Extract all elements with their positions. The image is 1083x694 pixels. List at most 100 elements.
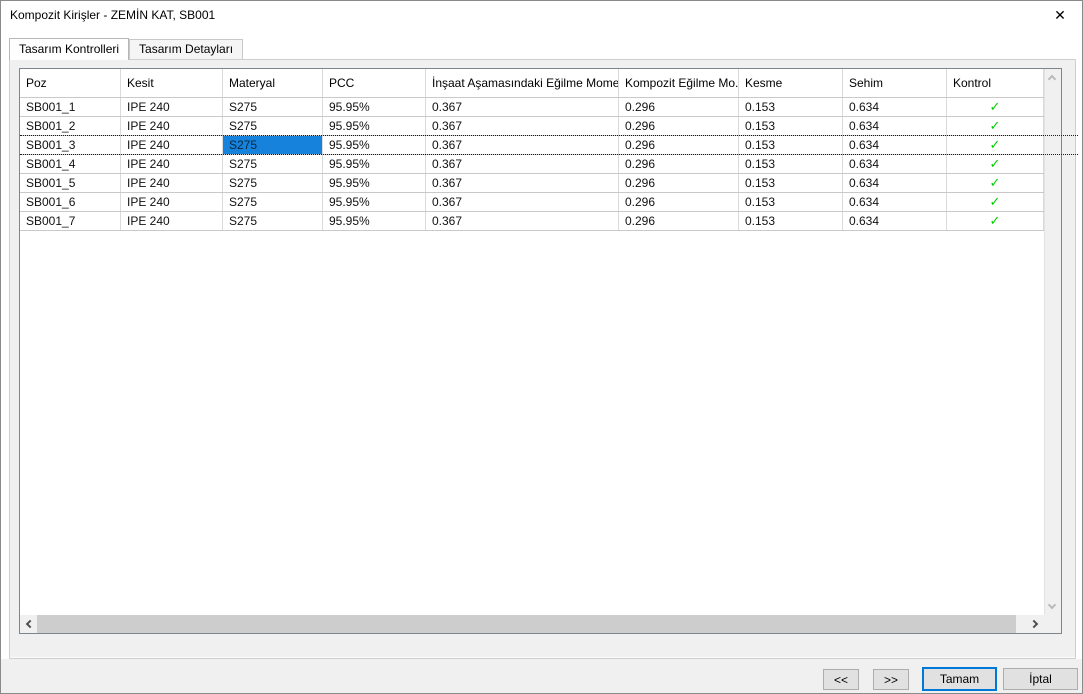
composite-beams-dialog: Kompozit Kirişler - ZEMİN KAT, SB001 ✕ T… (0, 0, 1083, 694)
table-cell[interactable]: IPE 240 (121, 117, 223, 135)
table-cell[interactable]: 95.95% (323, 136, 426, 154)
table-cell[interactable]: 0.367 (426, 98, 619, 116)
table-cell[interactable]: 95.95% (323, 174, 426, 192)
table-cell[interactable]: 0.634 (843, 193, 947, 211)
table-cell[interactable]: 0.153 (739, 212, 843, 230)
table-cell[interactable]: S275 (223, 193, 323, 211)
selection-focus-line-top (20, 135, 1078, 136)
column-header[interactable]: PCC (323, 69, 426, 97)
table-cell[interactable]: 0.296 (619, 117, 739, 135)
table-row[interactable]: SB001_2IPE 240S27595.95%0.3670.2960.1530… (20, 117, 1044, 136)
check-icon: ✓ (947, 117, 1044, 135)
table-cell[interactable]: 0.367 (426, 136, 619, 154)
table-cell[interactable]: S275 (223, 212, 323, 230)
column-header[interactable]: Materyal (223, 69, 323, 97)
table-cell[interactable]: SB001_1 (20, 98, 121, 116)
table-row[interactable]: SB001_3IPE 240S27595.95%0.3670.2960.1530… (20, 136, 1044, 155)
ok-button[interactable]: Tamam (922, 667, 997, 691)
tab-tasarim-kontrolleri[interactable]: Tasarım Kontrolleri (9, 38, 129, 60)
table-cell[interactable]: SB001_4 (20, 155, 121, 173)
table-cell[interactable]: 95.95% (323, 98, 426, 116)
check-icon: ✓ (947, 174, 1044, 192)
table-cell[interactable]: S275 (223, 98, 323, 116)
table-cell[interactable]: 95.95% (323, 212, 426, 230)
table-cell[interactable]: 95.95% (323, 155, 426, 173)
scroll-down-icon[interactable] (1048, 601, 1056, 609)
column-header[interactable]: Kontrol (947, 69, 1044, 97)
scroll-up-icon[interactable] (1048, 75, 1056, 83)
table-cell[interactable]: 0.153 (739, 117, 843, 135)
table-cell[interactable]: IPE 240 (121, 98, 223, 116)
table-row[interactable]: SB001_6IPE 240S27595.95%0.3670.2960.1530… (20, 193, 1044, 212)
scroll-left-button[interactable] (20, 615, 37, 633)
scrollbar-corner (1044, 615, 1061, 633)
table-cell[interactable]: 0.634 (843, 155, 947, 173)
table-cell[interactable]: 0.367 (426, 212, 619, 230)
check-icon: ✓ (947, 98, 1044, 116)
table-cell[interactable]: 95.95% (323, 193, 426, 211)
table-cell[interactable]: S275 (223, 155, 323, 173)
cancel-button[interactable]: İptal (1003, 668, 1078, 690)
tab-bar: Tasarım Kontrolleri Tasarım Detayları (9, 37, 243, 59)
column-header[interactable]: Kompozit Eğilme Mo... (619, 69, 739, 97)
close-icon[interactable]: ✕ (1044, 3, 1076, 27)
table-cell[interactable]: 0.634 (843, 117, 947, 135)
table-cell[interactable]: SB001_3 (20, 136, 121, 154)
column-header[interactable]: Kesme (739, 69, 843, 97)
table-cell[interactable]: 95.95% (323, 117, 426, 135)
table-cell[interactable]: 0.296 (619, 212, 739, 230)
table-cell[interactable]: 0.296 (619, 174, 739, 192)
check-icon: ✓ (947, 193, 1044, 211)
table-cell[interactable]: IPE 240 (121, 212, 223, 230)
vertical-scrollbar[interactable] (1044, 69, 1061, 615)
table-cell[interactable]: S275 (223, 174, 323, 192)
title-bar: Kompozit Kirişler - ZEMİN KAT, SB001 ✕ (1, 1, 1082, 31)
table-cell[interactable]: S275 (223, 136, 323, 154)
table-cell[interactable]: 0.153 (739, 193, 843, 211)
next-button[interactable]: >> (873, 669, 909, 690)
column-header[interactable]: Kesit (121, 69, 223, 97)
table-cell[interactable]: 0.153 (739, 136, 843, 154)
previous-button[interactable]: << (823, 669, 859, 690)
table-cell[interactable]: 0.367 (426, 174, 619, 192)
table-row[interactable]: SB001_5IPE 240S27595.95%0.3670.2960.1530… (20, 174, 1044, 193)
table-cell[interactable]: 0.367 (426, 155, 619, 173)
scroll-right-icon (1030, 620, 1038, 628)
table-cell[interactable]: 0.634 (843, 136, 947, 154)
column-header[interactable]: Poz (20, 69, 121, 97)
table-cell[interactable]: 0.296 (619, 155, 739, 173)
table-cell[interactable]: 0.634 (843, 174, 947, 192)
table-body: SB001_1IPE 240S27595.95%0.3670.2960.1530… (20, 98, 1044, 231)
table-cell[interactable]: 0.153 (739, 174, 843, 192)
table-row[interactable]: SB001_4IPE 240S27595.95%0.3670.2960.1530… (20, 155, 1044, 174)
column-header[interactable]: İnşaat Aşamasındaki Eğilme Momenti (426, 69, 619, 97)
table-row[interactable]: SB001_7IPE 240S27595.95%0.3670.2960.1530… (20, 212, 1044, 231)
table-cell[interactable]: 0.153 (739, 155, 843, 173)
table-cell[interactable]: 0.296 (619, 136, 739, 154)
table-cell[interactable]: SB001_7 (20, 212, 121, 230)
table-row[interactable]: SB001_1IPE 240S27595.95%0.3670.2960.1530… (20, 98, 1044, 117)
table-cell[interactable]: SB001_6 (20, 193, 121, 211)
scroll-right-button[interactable] (1027, 615, 1044, 633)
table-cell[interactable]: SB001_2 (20, 117, 121, 135)
tab-tasarim-detaylari[interactable]: Tasarım Detayları (129, 39, 243, 59)
table-cell[interactable]: 0.367 (426, 193, 619, 211)
table-cell[interactable]: S275 (223, 117, 323, 135)
table-cell[interactable]: 0.153 (739, 98, 843, 116)
table-cell[interactable]: 0.367 (426, 117, 619, 135)
column-header[interactable]: Sehim (843, 69, 947, 97)
table-cell[interactable]: IPE 240 (121, 136, 223, 154)
table-cell[interactable]: 0.296 (619, 98, 739, 116)
table-cell[interactable]: SB001_5 (20, 174, 121, 192)
table-cell[interactable]: 0.634 (843, 98, 947, 116)
table-cell[interactable]: 0.634 (843, 212, 947, 230)
dialog-title: Kompozit Kirişler - ZEMİN KAT, SB001 (10, 8, 215, 22)
horizontal-scrollbar[interactable] (20, 615, 1044, 633)
footer-bar (1, 659, 1082, 694)
table-cell[interactable]: 0.296 (619, 193, 739, 211)
check-icon: ✓ (947, 212, 1044, 230)
table-cell[interactable]: IPE 240 (121, 174, 223, 192)
horizontal-scrollbar-thumb[interactable] (37, 615, 1016, 633)
table-cell[interactable]: IPE 240 (121, 193, 223, 211)
table-cell[interactable]: IPE 240 (121, 155, 223, 173)
